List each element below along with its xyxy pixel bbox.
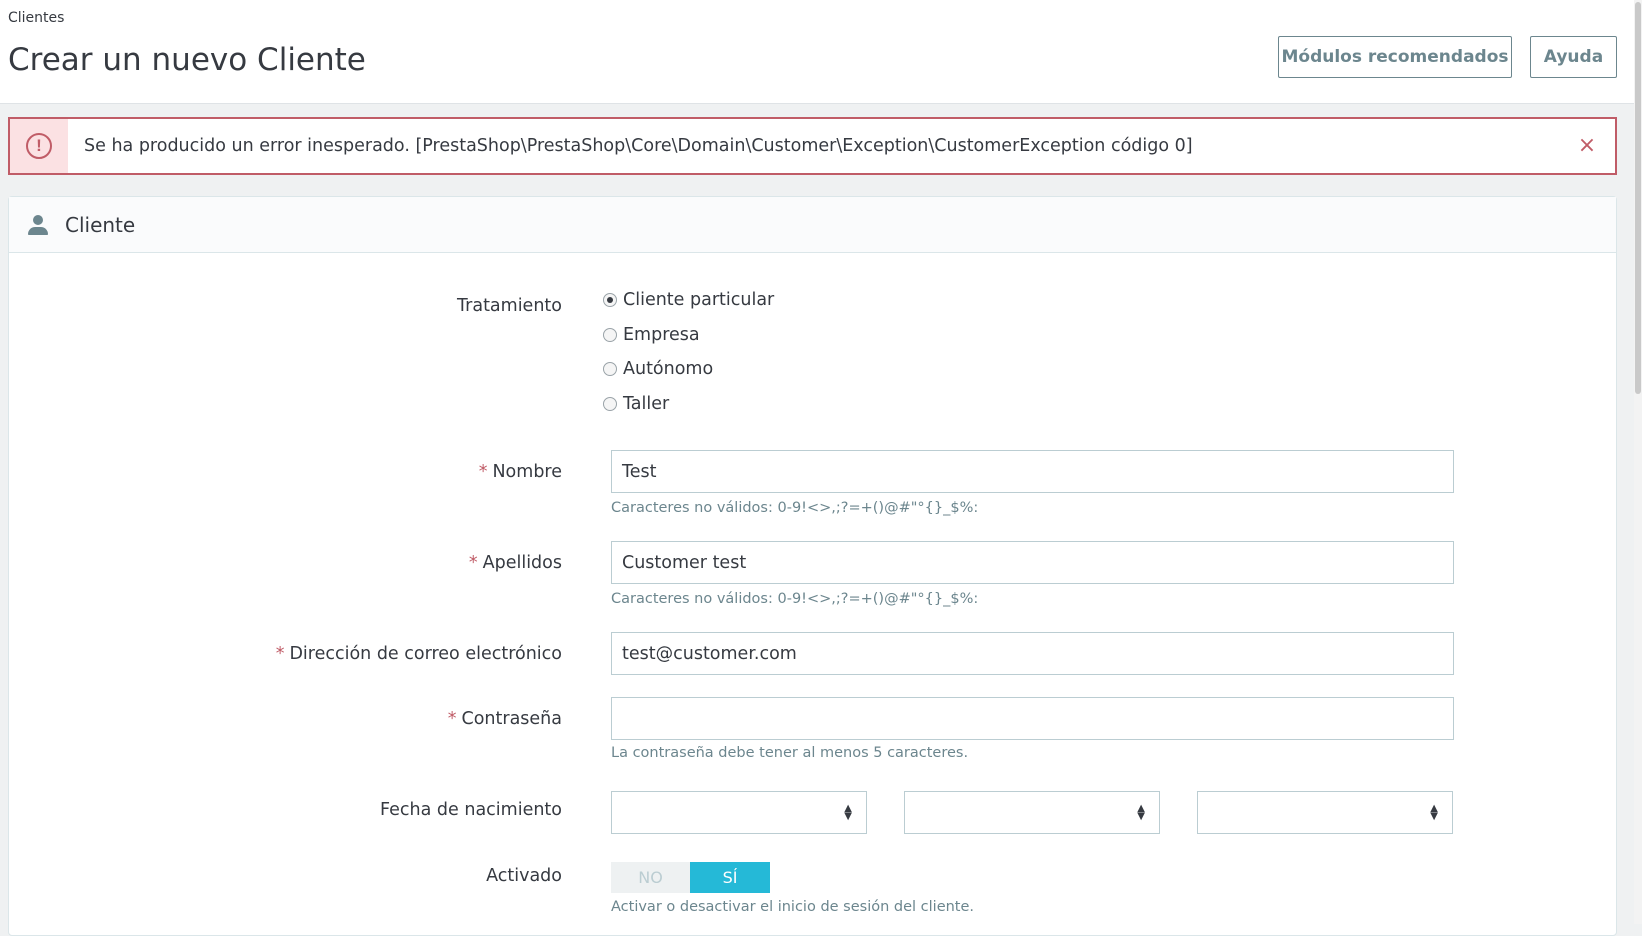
- treatment-label: Tratamiento: [457, 296, 562, 316]
- radio-button-checked[interactable]: [603, 293, 617, 307]
- birthday-label: Fecha de nacimiento: [380, 800, 562, 820]
- close-icon[interactable]: ×: [1575, 134, 1599, 158]
- alert-message: Se ha producido un error inesperado. [Pr…: [84, 136, 1193, 156]
- radio-button[interactable]: [603, 328, 617, 342]
- radio-autonomo[interactable]: Autónomo: [603, 359, 713, 379]
- radio-empresa[interactable]: Empresa: [603, 325, 700, 345]
- error-alert: ! Se ha producido un error inesperado. […: [8, 117, 1617, 175]
- breadcrumb[interactable]: Clientes: [8, 10, 64, 26]
- alert-icon-container: !: [10, 119, 68, 173]
- radio-label: Empresa: [623, 325, 700, 345]
- required-marker: *: [275, 644, 285, 664]
- required-marker: *: [447, 709, 457, 729]
- panel-header: Cliente: [9, 197, 1616, 253]
- first-name-help: Caracteres no válidos: 0-9!<>,;?=+()@#"°…: [611, 500, 979, 516]
- first-name-label: * Nombre: [478, 462, 562, 482]
- page-scrollbar[interactable]: [1634, 0, 1642, 924]
- toggle-yes-option[interactable]: SÍ: [690, 862, 770, 893]
- enabled-help: Activar o desactivar el inicio de sesión…: [611, 899, 975, 915]
- radio-label: Cliente particular: [623, 290, 775, 310]
- password-input[interactable]: [611, 697, 1454, 740]
- exclamation-circle-icon: !: [26, 133, 52, 159]
- page-title: Crear un nuevo Cliente: [8, 42, 366, 78]
- birthday-year-select[interactable]: ▲ ▼: [1197, 791, 1453, 834]
- radio-button[interactable]: [603, 397, 617, 411]
- panel-title: Cliente: [65, 212, 136, 237]
- email-label: * Dirección de correo electrónico: [275, 644, 562, 664]
- required-marker: *: [478, 462, 488, 482]
- scrollbar-thumb[interactable]: [1635, 2, 1641, 394]
- last-name-input[interactable]: Customer test: [611, 541, 1454, 584]
- enabled-toggle[interactable]: NO SÍ: [611, 862, 770, 893]
- radio-label: Taller: [623, 394, 670, 414]
- radio-cliente-particular[interactable]: Cliente particular: [603, 290, 774, 310]
- radio-taller[interactable]: Taller: [603, 394, 669, 414]
- toggle-no-option[interactable]: NO: [611, 862, 690, 893]
- sort-arrows-icon: ▲ ▼: [1430, 803, 1438, 822]
- password-label: * Contraseña: [447, 709, 562, 729]
- help-button[interactable]: Ayuda: [1530, 36, 1617, 78]
- birthday-day-select[interactable]: ▲ ▼: [611, 791, 867, 834]
- radio-button[interactable]: [603, 362, 617, 376]
- last-name-label: * Apellidos: [468, 553, 562, 573]
- email-field[interactable]: test@customer.com: [611, 632, 1454, 675]
- required-marker: *: [468, 553, 478, 573]
- sort-arrows-icon: ▲ ▼: [844, 803, 852, 822]
- sort-arrows-icon: ▲ ▼: [1137, 803, 1145, 822]
- last-name-help: Caracteres no válidos: 0-9!<>,;?=+()@#"°…: [611, 591, 979, 607]
- birthday-month-select[interactable]: ▲ ▼: [904, 791, 1160, 834]
- enabled-label: Activado: [486, 866, 562, 886]
- first-name-input[interactable]: Test: [611, 450, 1454, 493]
- recommended-modules-button[interactable]: Módulos recomendados: [1278, 36, 1512, 78]
- radio-label: Autónomo: [623, 359, 714, 379]
- page-header: Clientes Crear un nuevo Cliente Módulos …: [0, 0, 1634, 104]
- person-icon: [27, 214, 49, 236]
- password-help: La contraseña debe tener al menos 5 cara…: [611, 745, 969, 761]
